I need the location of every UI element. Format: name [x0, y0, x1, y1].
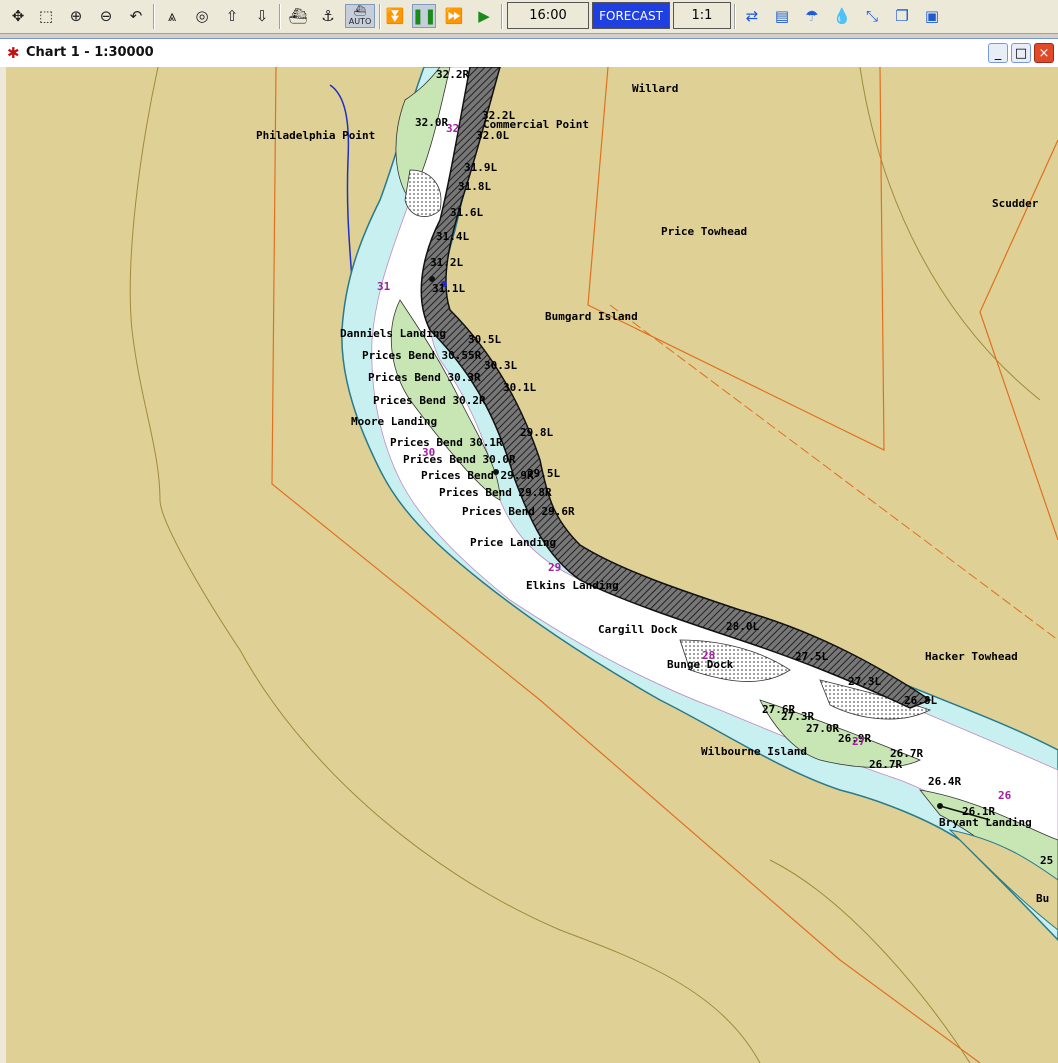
mile-marker: 28.0L	[726, 620, 759, 633]
label-hacker-towhead: Hacker Towhead	[925, 650, 1018, 663]
play-icon[interactable]: ▶	[472, 4, 496, 28]
mile-marker: 32.0L	[476, 129, 509, 142]
window-title: Chart 1 - 1:30000	[26, 45, 154, 60]
mile-marker: 25	[1040, 854, 1053, 867]
mile-marker: 32.0R	[415, 116, 448, 129]
label-daniels-landing: Danniels Landing	[340, 327, 446, 340]
mile-marker: 27.3L	[848, 675, 881, 688]
maximize-button[interactable]: □	[1011, 43, 1031, 63]
mile-marker: 27.5L	[795, 650, 828, 663]
zoom-out-icon[interactable]: ⊖	[94, 4, 118, 28]
label-prices-bend-7: Prices Bend 29.8R	[439, 486, 552, 499]
label-scudder: Scudder	[992, 197, 1039, 210]
select-icon[interactable]: ⬚	[34, 4, 58, 28]
river-chart[interactable]: Willard Philadelphia Point Commercial Po…	[6, 67, 1058, 1063]
label-cargill-dock: Cargill Dock	[598, 623, 678, 636]
export-icon[interactable]: ⇧	[220, 4, 244, 28]
mile-marker: 31.1L	[432, 282, 465, 295]
chart-window-titlebar: ✱ Chart 1 - 1:30000 _ □ ×	[0, 38, 1058, 67]
compass-icon[interactable]: ⩓	[160, 4, 184, 28]
mile-marker: 29.8L	[520, 426, 553, 439]
label-price-landing: Price Landing	[470, 536, 556, 549]
pan-icon[interactable]: ✥	[6, 4, 30, 28]
river-mile-number: 31	[377, 280, 391, 293]
mile-marker: 31.4L	[436, 230, 469, 243]
river-mile-number: 26	[998, 789, 1012, 802]
river-mile-number: 27	[852, 735, 865, 748]
label-prices-bend-5: Prices Bend 30.0R	[403, 453, 516, 466]
mile-marker: 30.3L	[484, 359, 517, 372]
label-philadelphia-point: Philadelphia Point	[256, 129, 375, 142]
label-price-towhead: Price Towhead	[661, 225, 747, 238]
route-icon[interactable]: ⤡	[860, 4, 884, 28]
mile-marker: 26.8L	[904, 694, 937, 707]
mile-marker: 30.5L	[468, 333, 501, 346]
time-display[interactable]: 16:00	[507, 2, 589, 29]
river-mile-number: 32	[446, 122, 459, 135]
label-bu-partial: Bu	[1036, 892, 1049, 905]
fast-forward-icon[interactable]: ⏩	[442, 4, 466, 28]
weather-icon[interactable]: ☂	[800, 4, 824, 28]
mile-marker: 32.2L	[482, 109, 515, 122]
label-prices-bend-1: Prices Bend 30.55R	[362, 349, 482, 362]
chart-icon[interactable]: ▤	[770, 4, 794, 28]
undo-icon[interactable]: ↶	[124, 4, 148, 28]
mile-marker: 26.4R	[928, 775, 961, 788]
river-mile-number: 30	[422, 446, 435, 459]
mile-marker: 31.2L	[430, 256, 463, 269]
forecast-button[interactable]: FORECAST	[592, 2, 670, 29]
label-prices-bend-8: Prices Bend 29.6R	[462, 505, 575, 518]
label-elkins-landing: Elkins Landing	[526, 579, 619, 592]
label-prices-bend-4: Prices Bend 30.1R	[390, 436, 503, 449]
vessel-icon[interactable]: ⛴	[286, 4, 310, 28]
sync-icon[interactable]: ⇄	[740, 4, 764, 28]
toolbar: ✥ ⬚ ⊕ ⊖ ↶ ⩓ ◎ ⇧ ⇩ ⛴ ⚓ ⛴ AUTO ⏬ ❚❚ ⏩ ▶ 16…	[0, 0, 1058, 34]
label-moore-landing: Moore Landing	[351, 415, 437, 428]
target-icon[interactable]: ◎	[190, 4, 214, 28]
mile-marker: 31.8L	[458, 180, 491, 193]
label-bunge-dock: Bunge Dock	[667, 658, 734, 671]
mile-marker: 26.7R	[869, 758, 902, 771]
river-mile-number: 28	[702, 649, 715, 662]
river-mile-number: 29	[548, 561, 561, 574]
label-willard: Willard	[632, 82, 678, 95]
mile-marker: 30.1L	[503, 381, 536, 394]
water-level-icon[interactable]: 💧	[830, 4, 854, 28]
close-button[interactable]: ×	[1034, 43, 1054, 63]
boat-icon[interactable]: ⚓	[316, 4, 340, 28]
mile-marker: 27.0R	[806, 722, 839, 735]
label-wilbourne-island: Wilbourne Island	[701, 745, 807, 758]
label-prices-bend-6: Prices Bend 29.9R	[421, 469, 534, 482]
label-prices-bend-2: Prices Bend 30.3R	[368, 371, 481, 384]
chart-map[interactable]: Willard Philadelphia Point Commercial Po…	[0, 67, 1058, 1063]
import-icon[interactable]: ⇩	[250, 4, 274, 28]
window-icon[interactable]: ▣	[920, 4, 944, 28]
mile-marker: 29.5L	[527, 467, 560, 480]
ship-icon: ⛴	[353, 6, 367, 17]
auto-label: AUTO	[348, 17, 372, 26]
mile-marker: 31.6L	[450, 206, 483, 219]
zoom-in-icon[interactable]: ⊕	[64, 4, 88, 28]
step-icon[interactable]: ⏬	[383, 4, 407, 28]
mile-marker: 31.9L	[464, 161, 497, 174]
copy-icon[interactable]: ❐	[890, 4, 914, 28]
minimize-button[interactable]: _	[988, 43, 1008, 63]
label-bumgard-island: Bumgard Island	[545, 310, 638, 323]
app-icon: ✱	[7, 44, 20, 62]
scale-display[interactable]: 1:1	[673, 2, 731, 29]
label-prices-bend-3: Prices Bend 30.2R	[373, 394, 486, 407]
pause-icon[interactable]: ❚❚	[411, 4, 437, 28]
auto-button[interactable]: ⛴ AUTO	[345, 4, 375, 28]
mile-marker: 26.1R	[962, 805, 995, 818]
mile-marker: 32.2R	[436, 68, 469, 81]
